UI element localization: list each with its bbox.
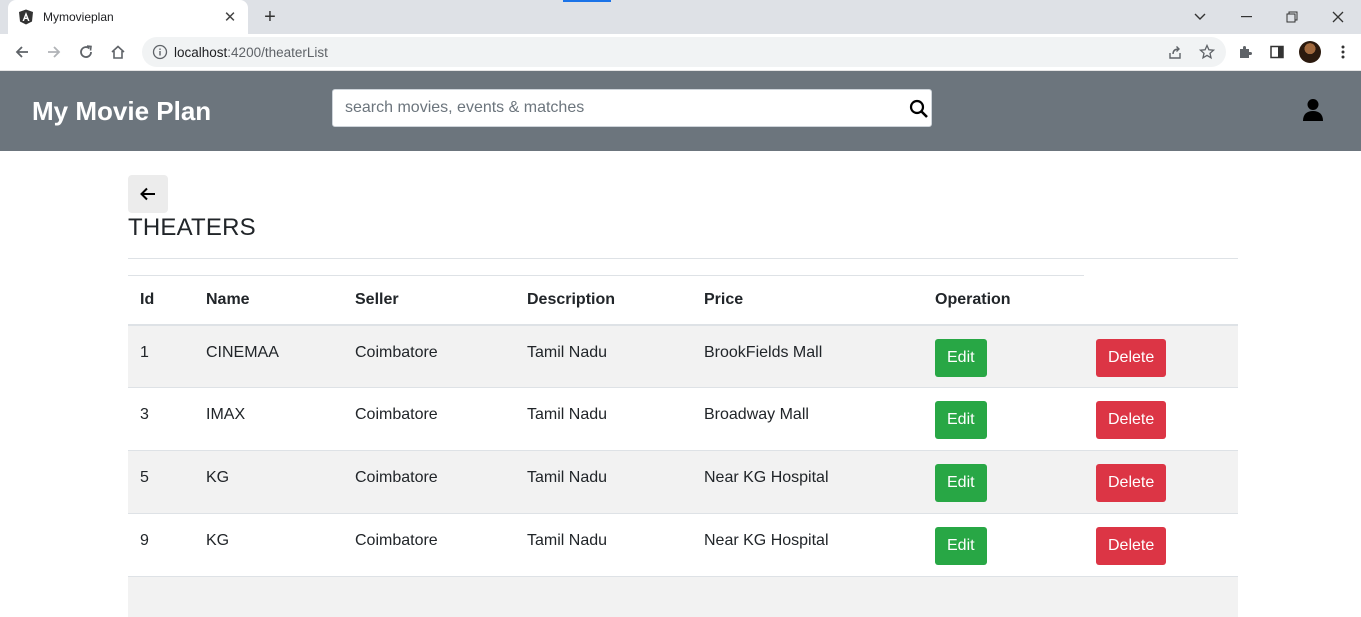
tab-title: Mymovieplan xyxy=(43,10,114,24)
column-header-operation: Operation xyxy=(923,275,1084,326)
angular-icon xyxy=(19,9,33,25)
tab-strip-indicator xyxy=(563,0,611,2)
browser-menu-icon[interactable] xyxy=(1333,42,1353,62)
minimize-icon[interactable] xyxy=(1223,0,1269,34)
edit-button[interactable]: Edit xyxy=(935,338,987,377)
delete-button[interactable]: Delete xyxy=(1096,527,1167,565)
share-icon[interactable] xyxy=(1166,43,1184,61)
cell-edit: Edit xyxy=(923,513,1084,577)
delete-button[interactable]: Delete xyxy=(1096,338,1167,377)
search-icon[interactable] xyxy=(909,99,929,119)
column-header-blank xyxy=(1084,275,1238,326)
edit-button[interactable]: Edit xyxy=(935,401,987,439)
table-row: 9 KG Coimbatore Tamil Nadu Near KG Hospi… xyxy=(128,513,1238,577)
page-title: THEATERS xyxy=(128,214,256,241)
side-panel-icon[interactable] xyxy=(1267,42,1287,62)
theaters-table: Id Name Seller Description Price Operati… xyxy=(128,275,1238,617)
cell-price: Near KG Hospital xyxy=(692,513,923,577)
browser-tab-bar: Mymovieplan ✕ + xyxy=(0,0,1361,34)
tab-close-icon[interactable]: ✕ xyxy=(222,8,238,26)
table-header-row: Id Name Seller Description Price Operati… xyxy=(128,275,1238,326)
cell-description: Tamil Nadu xyxy=(515,387,692,451)
new-tab-icon[interactable]: + xyxy=(258,4,282,30)
table-row-partial xyxy=(128,576,1238,617)
cell-description: Tamil Nadu xyxy=(515,324,692,388)
cell-seller: Coimbatore xyxy=(343,513,515,577)
url-host: localhost xyxy=(174,44,228,60)
bookmark-star-icon[interactable] xyxy=(1198,43,1216,61)
user-icon[interactable] xyxy=(1302,98,1324,122)
back-nav-icon[interactable] xyxy=(6,36,38,68)
cell-price: Near KG Hospital xyxy=(692,450,923,514)
cell-id: 9 xyxy=(128,513,194,577)
edit-button[interactable]: Edit xyxy=(935,464,987,502)
back-button[interactable] xyxy=(128,175,168,213)
close-window-icon[interactable] xyxy=(1315,0,1361,34)
delete-button[interactable]: Delete xyxy=(1096,401,1167,439)
cell-description: Tamil Nadu xyxy=(515,450,692,514)
cell-seller: Coimbatore xyxy=(343,450,515,514)
cell-seller: Coimbatore xyxy=(343,387,515,451)
cell-id: 5 xyxy=(128,450,194,514)
profile-avatar[interactable] xyxy=(1299,41,1321,63)
cell-id: 1 xyxy=(128,324,194,388)
column-header-id: Id xyxy=(128,275,194,326)
arrow-left-icon xyxy=(140,187,155,201)
delete-button[interactable]: Delete xyxy=(1096,464,1167,502)
cell-delete: Delete xyxy=(1084,513,1238,577)
app-header: My Movie Plan xyxy=(0,71,1361,151)
search-input[interactable] xyxy=(333,90,893,126)
cell-delete: Delete xyxy=(1084,387,1238,451)
home-icon[interactable] xyxy=(102,36,134,68)
extensions-puzzle-icon[interactable] xyxy=(1235,42,1255,62)
column-header-price: Price xyxy=(692,275,923,326)
cell-partial xyxy=(128,577,1238,617)
site-info-icon[interactable] xyxy=(152,44,168,60)
table-row: 1 CINEMAA Coimbatore Tamil Nadu BrookFie… xyxy=(128,324,1238,388)
tab-search-chevron-icon[interactable] xyxy=(1177,0,1223,34)
cell-name: IMAX xyxy=(194,387,343,451)
forward-nav-icon[interactable] xyxy=(38,36,70,68)
reload-icon[interactable] xyxy=(70,36,102,68)
table-row: 5 KG Coimbatore Tamil Nadu Near KG Hospi… xyxy=(128,450,1238,514)
cell-seller: Coimbatore xyxy=(343,324,515,388)
cell-name: KG xyxy=(194,513,343,577)
brand-title[interactable]: My Movie Plan xyxy=(32,96,211,127)
column-header-description: Description xyxy=(515,275,692,326)
address-bar[interactable]: localhost:4200/theaterList xyxy=(142,37,1226,67)
cell-price: Broadway Mall xyxy=(692,387,923,451)
browser-toolbar: localhost:4200/theaterList xyxy=(0,34,1361,71)
browser-tab[interactable]: Mymovieplan ✕ xyxy=(8,0,248,34)
cell-delete: Delete xyxy=(1084,450,1238,514)
cell-edit: Edit xyxy=(923,387,1084,451)
cell-description: Tamil Nadu xyxy=(515,513,692,577)
cell-edit: Edit xyxy=(923,324,1084,388)
url-path: :4200/theaterList xyxy=(227,44,328,60)
column-header-seller: Seller xyxy=(343,275,515,326)
cell-delete: Delete xyxy=(1084,324,1238,388)
cell-price: BrookFields Mall xyxy=(692,324,923,388)
divider xyxy=(128,258,1238,259)
cell-id: 3 xyxy=(128,387,194,451)
cell-edit: Edit xyxy=(923,450,1084,514)
column-header-name: Name xyxy=(194,275,343,326)
restore-icon[interactable] xyxy=(1269,0,1315,34)
window-controls xyxy=(1177,0,1361,34)
cell-name: KG xyxy=(194,450,343,514)
table-row: 3 IMAX Coimbatore Tamil Nadu Broadway Ma… xyxy=(128,387,1238,451)
edit-button[interactable]: Edit xyxy=(935,527,987,565)
cell-name: CINEMAA xyxy=(194,324,343,388)
search-box xyxy=(332,89,932,127)
